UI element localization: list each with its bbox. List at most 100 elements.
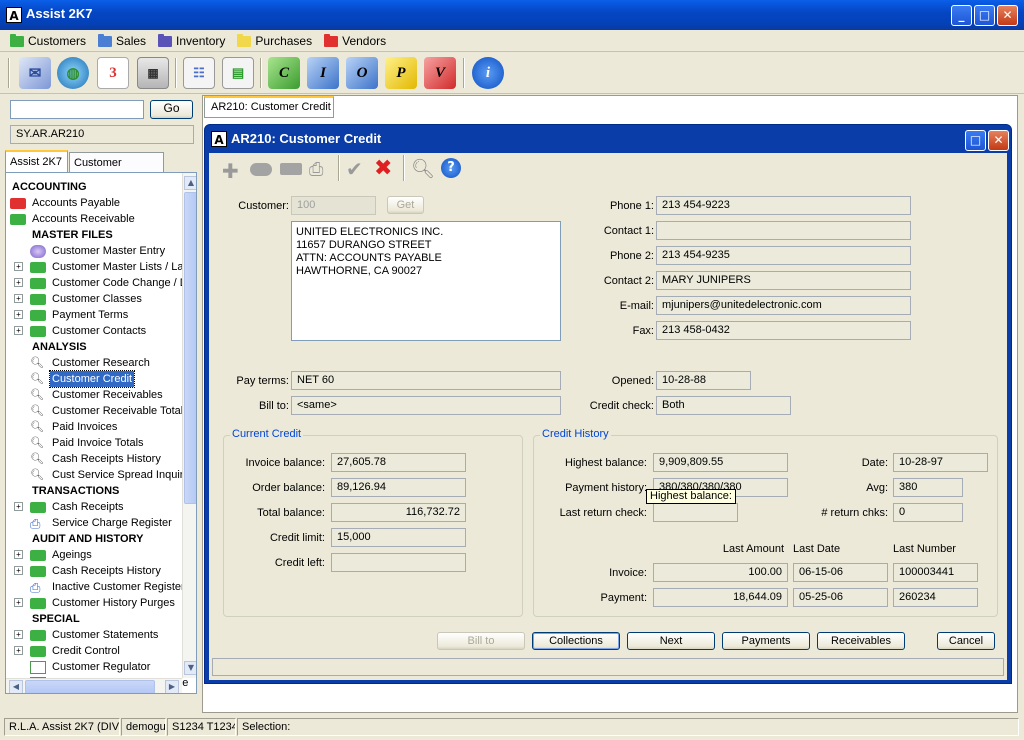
last-number-header: Last Number [893,543,956,555]
purchases-module-icon[interactable]: P [385,57,417,89]
creditcheck-field[interactable]: Both [656,396,791,415]
invoice-date-field[interactable]: 06-15-06 [793,563,888,582]
tree-vertical-scrollbar[interactable]: ▲ ▼ [182,173,196,678]
calendar-icon[interactable]: 3 [97,57,129,89]
scroll-up-icon[interactable]: ▲ [184,176,196,190]
tree-item-label: ACCOUNTING [12,181,87,193]
phone1-field[interactable]: 213 454-9223 [656,196,911,215]
highest-balance-label: Highest balance: [565,457,647,469]
expand-icon[interactable]: + [14,262,23,271]
search-input[interactable] [10,100,144,119]
menu-vendors[interactable]: Vendors [318,30,392,52]
scroll-right-icon[interactable]: ▶ [165,680,179,693]
avg-field[interactable]: 380 [893,478,963,497]
minimize-button[interactable]: _ [951,5,972,26]
scroll-left-icon[interactable]: ◀ [9,680,23,693]
payterms-field[interactable]: NET 60 [291,371,561,390]
window-close-button[interactable]: ✕ [988,130,1009,151]
get-button[interactable]: Get [387,196,424,214]
maximize-button[interactable]: □ [974,5,995,26]
next-button[interactable]: Next [627,632,715,650]
window-maximize-button[interactable]: □ [965,130,986,151]
billto-field[interactable]: <same> [291,396,561,415]
inventory-module-icon[interactable]: I [307,57,339,89]
scroll-thumb[interactable] [25,680,155,693]
opened-field[interactable]: 10-28-88 [656,371,751,390]
scroll-thumb[interactable] [184,192,196,504]
toolbar-separator [175,58,177,88]
globe-icon[interactable]: ◍ [57,57,89,89]
expand-icon[interactable]: + [14,294,23,303]
expand-icon[interactable]: + [14,550,23,559]
expand-icon[interactable]: + [14,278,23,287]
invoice-balance-field[interactable]: 27,605.78 [331,453,466,472]
folder-icon [30,630,46,641]
payment-number-field[interactable]: 260234 [893,588,978,607]
delete-record-icon[interactable] [280,163,302,175]
expand-icon[interactable]: + [14,646,23,655]
expand-icon[interactable]: + [14,598,23,607]
expand-icon[interactable]: + [14,630,23,639]
menu-sales[interactable]: Sales [92,30,152,52]
credit-left-field[interactable] [331,553,466,572]
credit-limit-field[interactable]: 15,000 [331,528,466,547]
contact2-field[interactable]: MARY JUNIPERS [656,271,911,290]
last-return-field[interactable] [653,503,738,522]
tab-assist-2k7[interactable]: Assist 2K7 [5,150,68,173]
toolbar-separator [8,58,10,88]
expand-icon[interactable]: + [14,566,23,575]
receivables-button[interactable]: Receivables [817,632,905,650]
menu-customers[interactable]: Customers [4,30,92,52]
expand-icon[interactable]: + [14,502,23,511]
calculator-icon[interactable]: ▦ [137,57,169,89]
fax-field[interactable]: 213 458-0432 [656,321,911,340]
invoice-number-field[interactable]: 100003441 [893,563,978,582]
menu-inventory[interactable]: Inventory [152,30,231,52]
order-balance-field[interactable]: 89,126.94 [331,478,466,497]
payment-date-field[interactable]: 05-25-06 [793,588,888,607]
checkmark-icon[interactable]: ✔ [346,157,363,181]
help-icon[interactable]: ? [441,158,461,178]
folder-icon [237,33,252,47]
scroll-down-icon[interactable]: ▼ [184,661,196,675]
tree-item-label: Customer Code Change / D [52,277,188,289]
link-icon[interactable] [250,163,272,176]
customers-module-icon[interactable]: C [268,57,300,89]
tab-customer-service[interactable]: Customer Service [69,152,164,189]
address-textarea[interactable]: UNITED ELECTRONICS INC. 11657 DURANGO ST… [291,221,561,341]
vendors-module-icon[interactable]: V [424,57,456,89]
date-field[interactable]: 10-28-97 [893,453,988,472]
total-balance-field[interactable]: 116,732.72 [331,503,466,522]
menu-purchases[interactable]: Purchases [231,30,318,52]
customer-input[interactable]: 100 [291,196,376,215]
contact-card-icon[interactable]: ☷ [183,57,215,89]
bill-to-button[interactable]: Bill to [437,632,525,650]
highest-balance-field[interactable]: 9,909,809.55 [653,453,788,472]
tab-ar210[interactable]: AR210: Customer Credit [204,96,334,118]
info-icon[interactable]: i [472,57,504,89]
tree-horizontal-scrollbar[interactable]: ◀ ▶ [6,678,182,693]
invoice-amount-field[interactable]: 100.00 [653,563,788,582]
payments-button[interactable]: Payments [722,632,810,650]
mail-icon[interactable]: ✉ [19,57,51,89]
close-button[interactable]: ✕ [997,5,1018,26]
expand-icon[interactable]: + [14,326,23,335]
email-field[interactable]: mjunipers@unitedelectronic.com [656,296,911,315]
collections-button[interactable]: Collections [532,632,620,650]
cancel-button[interactable]: Cancel [937,632,995,650]
cancel-x-icon[interactable]: ✖ [374,156,392,181]
phone2-field[interactable]: 213 454-9235 [656,246,911,265]
contact1-field[interactable] [656,221,911,240]
magnifier-icon: 🔍︎ [30,373,44,385]
orders-module-icon[interactable]: O [346,57,378,89]
expand-icon[interactable]: + [14,310,23,319]
add-icon[interactable]: ✚ [222,159,239,183]
search-icon[interactable]: 🔍︎ [411,157,435,180]
magnifier-icon: 🔍︎ [30,437,44,449]
return-chks-field[interactable]: 0 [893,503,963,522]
print-icon[interactable]: ⎙ [309,159,323,180]
payment-amount-field[interactable]: 18,644.09 [653,588,788,607]
report-icon[interactable]: ▤ [222,57,254,89]
go-button[interactable]: Go [150,100,193,119]
current-credit-title: Current Credit [230,428,304,440]
